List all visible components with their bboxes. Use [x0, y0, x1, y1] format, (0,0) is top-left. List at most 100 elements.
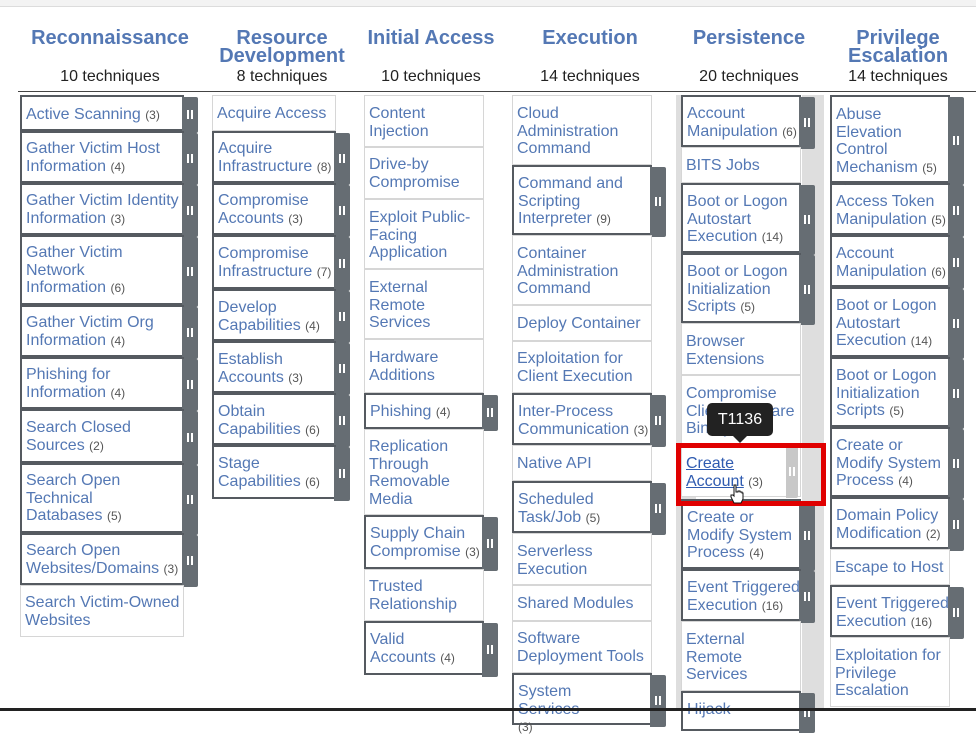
technique-cell[interactable]: Account Manipulation (6) [830, 235, 964, 289]
expand-handle[interactable] [334, 343, 350, 395]
technique-cell[interactable]: Search Open Technical Databases (5) [20, 463, 198, 535]
technique-name[interactable]: External Remote Services [686, 631, 747, 683]
technique-cell[interactable]: Exploitation for Privilege Escalation [830, 637, 950, 707]
technique-cell[interactable]: Phishing for Information (4) [20, 357, 198, 411]
technique-name[interactable]: Scheduled Task/Job [518, 491, 594, 526]
technique-name[interactable]: Content Injection [369, 105, 429, 140]
technique-name[interactable]: Gather Victim Network Information [26, 244, 123, 296]
expand-handle[interactable] [182, 185, 198, 237]
expand-handle[interactable] [182, 465, 198, 535]
technique-name[interactable]: Obtain Capabilities [218, 403, 301, 438]
technique-cell[interactable]: Supply Chain Compromise (3) [364, 515, 498, 571]
technique-cell[interactable]: Boot or Logon Initialization Scripts (5) [681, 253, 815, 325]
expand-handle[interactable] [334, 291, 350, 343]
technique-cell[interactable]: Inter-Process Communication (3) [512, 393, 666, 447]
technique-name[interactable]: Access Token Manipulation [836, 193, 934, 228]
expand-handle[interactable] [948, 587, 964, 639]
expand-handle[interactable] [482, 395, 498, 431]
technique-cell[interactable]: Hijack [681, 691, 815, 733]
expand-handle[interactable] [334, 447, 350, 501]
technique-cell[interactable]: System Services (3) [512, 673, 666, 734]
technique-name[interactable]: Software Deployment Tools [517, 630, 644, 665]
expand-handle[interactable] [182, 359, 198, 411]
technique-cell[interactable]: Content Injection [364, 95, 484, 147]
technique-cell[interactable]: Active Scanning (3) [20, 95, 198, 133]
technique-cell[interactable]: Escape to Host [830, 549, 950, 585]
technique-name[interactable]: Stage Capabilities [218, 455, 301, 490]
technique-name[interactable]: BITS Jobs [686, 157, 760, 174]
technique-name[interactable]: Replication Through Removable Media [369, 438, 450, 508]
technique-cell[interactable]: Boot or Logon Autostart Execution (14) [681, 183, 815, 255]
technique-name[interactable]: Exploit Public-Facing Application [369, 209, 470, 261]
technique-cell[interactable]: Domain Policy Modification (2) [830, 497, 964, 551]
technique-cell[interactable]: Gather Victim Host Information (4) [20, 131, 198, 185]
technique-name[interactable]: Exploitation for Client Execution [517, 350, 633, 385]
expand-handle[interactable] [799, 255, 815, 325]
technique-cell[interactable]: Command and Scripting Interpreter (9) [512, 165, 666, 237]
technique-cell[interactable]: Shared Modules [512, 585, 652, 621]
technique-cell[interactable]: Event Triggered Execution (16) [681, 569, 815, 623]
expand-handle[interactable] [948, 97, 964, 185]
technique-cell[interactable]: Create or Modify System Process (4) [681, 499, 815, 571]
expand-handle[interactable] [650, 167, 666, 237]
technique-cell[interactable]: Exploitation for Client Execution [512, 341, 652, 393]
technique-cell[interactable]: Compromise Infrastructure (7) [212, 235, 350, 291]
technique-cell[interactable]: Native API [512, 445, 652, 481]
technique-name[interactable]: Shared Modules [517, 595, 634, 612]
expand-handle[interactable] [334, 237, 350, 291]
expand-handle[interactable] [799, 185, 815, 255]
expand-handle[interactable] [182, 535, 198, 587]
expand-handle[interactable] [182, 133, 198, 185]
expand-handle[interactable] [799, 571, 815, 623]
expand-handle[interactable] [948, 359, 964, 429]
technique-cell[interactable]: Stage Capabilities (6) [212, 445, 350, 501]
technique-name[interactable]: Trusted Relationship [369, 578, 457, 613]
technique-cell[interactable]: Obtain Capabilities (6) [212, 393, 350, 447]
technique-name[interactable]: Hardware Additions [369, 349, 438, 384]
technique-name[interactable]: Valid Accounts [370, 631, 436, 666]
technique-cell[interactable]: BITS Jobs [681, 147, 801, 183]
technique-name[interactable]: Acquire Access [217, 105, 326, 122]
expand-handle[interactable] [482, 517, 498, 571]
technique-cell[interactable]: External Remote Services [364, 269, 484, 339]
technique-cell[interactable]: Cloud Administration Command [512, 95, 652, 165]
expand-handle[interactable] [799, 501, 815, 571]
technique-cell[interactable]: Gather Victim Org Information (4) [20, 305, 198, 359]
technique-cell[interactable]: Search Closed Sources (2) [20, 409, 198, 465]
technique-name[interactable]: Abuse Elevation Control Mechanism [836, 106, 918, 176]
expand-handle[interactable] [650, 395, 666, 447]
technique-cell[interactable]: Replication Through Removable Media [364, 429, 484, 515]
technique-cell[interactable]: Search Victim-Owned Websites [20, 585, 184, 637]
technique-cell[interactable]: Acquire Access [212, 95, 336, 131]
technique-name[interactable]: Gather Victim Host Information [26, 140, 160, 175]
technique-name[interactable]: System Services [518, 683, 579, 718]
expand-handle[interactable] [650, 675, 666, 727]
technique-cell[interactable]: Event Triggered Execution (16) [830, 585, 964, 639]
expand-handle[interactable] [948, 185, 964, 237]
technique-cell[interactable]: Gather Victim Network Information (6) [20, 235, 198, 307]
technique-cell[interactable]: Exploit Public-Facing Application [364, 199, 484, 269]
expand-handle[interactable] [334, 133, 350, 185]
technique-name[interactable]: Gather Victim Identity Information [26, 192, 179, 227]
technique-cell[interactable]: Gather Victim Identity Information (3) [20, 183, 198, 237]
technique-cell[interactable]: Software Deployment Tools [512, 621, 652, 673]
technique-name[interactable]: Active Scanning [26, 106, 141, 123]
tactic-name[interactable]: Privilege Escalation [848, 28, 948, 66]
technique-name[interactable]: Deploy Container [517, 315, 641, 332]
expand-handle[interactable] [799, 693, 815, 733]
expand-handle[interactable] [948, 429, 964, 499]
expand-handle[interactable] [182, 237, 198, 307]
technique-name[interactable]: Search Open Websites/Domains [26, 542, 159, 577]
technique-name[interactable]: Browser Extensions [686, 333, 764, 368]
technique-name[interactable]: Compromise Infrastructure [218, 245, 312, 280]
expand-handle[interactable] [334, 185, 350, 237]
technique-name[interactable]: Create or Modify System Process [687, 509, 792, 561]
technique-name[interactable]: Establish Accounts [218, 351, 284, 386]
technique-cell[interactable]: Boot or Logon Autostart Execution (14) [830, 287, 964, 359]
technique-name[interactable]: Drive-by Compromise [369, 156, 460, 191]
technique-name[interactable]: Native API [517, 455, 592, 472]
technique-cell[interactable]: External Remote Services [681, 621, 801, 691]
technique-cell[interactable]: Access Token Manipulation (5) [830, 183, 964, 237]
technique-cell[interactable]: Establish Accounts (3) [212, 341, 350, 395]
technique-name[interactable]: Inter-Process Communication [518, 403, 629, 438]
